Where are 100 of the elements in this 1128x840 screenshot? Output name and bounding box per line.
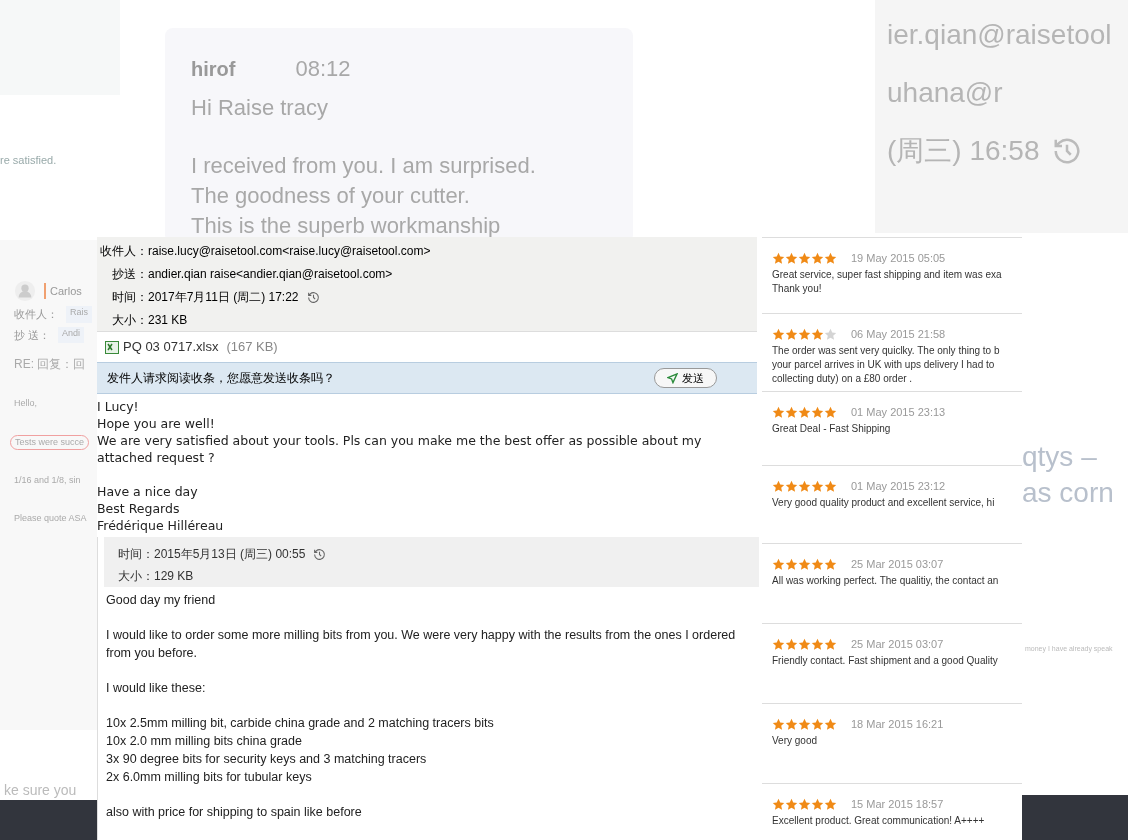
star-icon bbox=[785, 717, 798, 731]
history-icon bbox=[313, 547, 327, 561]
header-field: 抄送：andier.qian raise<andier.qian@raisetool.com> bbox=[97, 263, 757, 286]
message-text: Hi Raise tracy bbox=[191, 94, 329, 122]
attachment-size: (167 KB) bbox=[226, 338, 278, 357]
header-text: ier.qian@raisetool bbox=[887, 18, 1112, 52]
body-text: I would like these: bbox=[106, 680, 207, 697]
sender-name: Carlos bbox=[44, 282, 82, 300]
faint-text: ke sure you bbox=[4, 781, 77, 800]
star-icon bbox=[798, 797, 811, 811]
header-field: 大小：129 KB bbox=[118, 565, 759, 587]
review-text: collecting duty) on a £80 order . bbox=[772, 372, 914, 385]
body-text: 1/16 and 1/8, sin bbox=[14, 474, 81, 487]
star-icon bbox=[772, 557, 785, 571]
review-text: Great service, super fast shipping and item was exa bbox=[772, 268, 1003, 281]
field-value: Rais bbox=[66, 306, 92, 323]
header-field: 时间：2015年5月13日 (周三) 00:55 bbox=[118, 543, 759, 565]
field-value: Andi bbox=[58, 326, 85, 343]
faint-text: qtys – bbox=[1022, 440, 1098, 474]
star-icon bbox=[824, 637, 837, 651]
message-time: 08:12 bbox=[295, 55, 351, 83]
star-icon bbox=[798, 405, 811, 419]
star-icon bbox=[772, 327, 785, 341]
faint-text: as corn bbox=[1022, 476, 1114, 510]
faint-text: re satisfied. bbox=[0, 153, 57, 168]
review-date: 01 May 2015 23:12 bbox=[851, 479, 946, 494]
star-icon bbox=[785, 251, 798, 265]
avatar-icon bbox=[14, 280, 36, 302]
subject-text: RE: 回复：回 bbox=[14, 356, 87, 373]
review-text: Thank you! bbox=[772, 282, 823, 295]
body-text: also with price for shipping to spain like before bbox=[106, 804, 363, 821]
body-text: 2x 6.0mm milling bits for tubular keys bbox=[106, 769, 313, 786]
attachment-name[interactable]: PQ 03 0717.xlsx bbox=[123, 337, 219, 357]
star-icon bbox=[811, 717, 824, 731]
review-date: 19 May 2015 05:05 bbox=[851, 251, 946, 266]
sender-name: hirof bbox=[191, 57, 236, 82]
review-text: Very good bbox=[772, 734, 819, 747]
send-icon bbox=[667, 372, 678, 384]
review-text: All was working perfect. The qualitiy, the contact an bbox=[772, 574, 1000, 587]
star-icon bbox=[772, 797, 785, 811]
body-text: Hope you are well! bbox=[97, 415, 216, 432]
star-icon bbox=[811, 251, 824, 265]
header-field: 时间：2017年7月11日 (周二) 17:22 bbox=[97, 286, 757, 309]
review-text: your parcel arrives in UK with ups delivery I had to bbox=[772, 358, 996, 371]
star-icon bbox=[811, 479, 824, 493]
message-text: I received from you. I am surprised. bbox=[191, 152, 537, 180]
spreadsheet-icon bbox=[105, 340, 119, 354]
star-icon bbox=[798, 637, 811, 651]
message-text: This is the superb workmanship bbox=[191, 212, 502, 240]
header-field: 大小：231 KB bbox=[97, 309, 757, 332]
star-icon bbox=[811, 557, 824, 571]
body-text: Good day my friend bbox=[106, 592, 217, 609]
field-label: 抄 送： bbox=[14, 327, 51, 343]
star-icon bbox=[811, 327, 824, 341]
star-icon bbox=[798, 479, 811, 493]
body-text: We are very satisfied about your tools. Pls can you make me the best offer as possible about my attached request ? bbox=[97, 432, 703, 466]
body-text: Have a nice day bbox=[97, 483, 199, 500]
review-date: 25 Mar 2015 03:07 bbox=[851, 637, 944, 652]
star-icon bbox=[798, 327, 811, 341]
field-label: 收件人： bbox=[14, 307, 58, 322]
body-text: I would like to order some more milling bits from you. We were very happy with the results from the ones I ordered from you before. bbox=[106, 627, 737, 662]
review-date: 06 May 2015 21:58 bbox=[851, 327, 946, 342]
star-icon bbox=[772, 479, 785, 493]
review-date: 18 Mar 2015 16:21 bbox=[851, 717, 944, 732]
body-text: 3x 90 degree bits for security keys and 3 matching tracers bbox=[106, 751, 428, 768]
star-icon bbox=[798, 251, 811, 265]
star-icon bbox=[798, 717, 811, 731]
receipt-prompt: 发件人请求阅读收条，您愿意发送收条吗？ bbox=[107, 370, 335, 387]
star-icon bbox=[811, 637, 824, 651]
header-field: 收件人：raise.lucy@raisetool.com<raise.lucy@raisetool.com> bbox=[97, 240, 757, 263]
header-text: (周三) 16:58 bbox=[887, 134, 1040, 168]
star-icon bbox=[824, 251, 837, 265]
header-text: uhana@r bbox=[887, 76, 1003, 110]
review-date: 01 May 2015 23:13 bbox=[851, 405, 946, 420]
star-icon bbox=[824, 797, 837, 811]
body-text: Please quote ASA bbox=[14, 511, 87, 525]
review-date: 15 Mar 2015 18:57 bbox=[851, 797, 944, 812]
star-icon bbox=[785, 479, 798, 493]
star-icon bbox=[811, 797, 824, 811]
star-icon bbox=[785, 405, 798, 419]
star-icon bbox=[772, 637, 785, 651]
body-text: 10x 2.5mm milling bit, carbide china grade and 2 matching tracers bits bbox=[106, 715, 495, 732]
review-text: Very good quality product and excellent service, hi bbox=[772, 496, 996, 509]
body-text: 10x 2.0 mm milling bits china grade bbox=[106, 733, 303, 750]
star-icon bbox=[772, 405, 785, 419]
star-icon bbox=[824, 479, 837, 493]
review-text: Great Deal - Fast Shipping bbox=[772, 422, 892, 435]
body-text: I Lucy! bbox=[97, 398, 140, 415]
review-text: Friendly contact. Fast shipment and a good Quality bbox=[772, 654, 999, 667]
star-icon bbox=[785, 797, 798, 811]
send-button[interactable]: 发送 bbox=[654, 368, 717, 388]
review-text: The order was sent very quiclky. The only thing to b bbox=[772, 344, 1001, 357]
body-text: Best Regards bbox=[97, 500, 181, 517]
star-icon bbox=[824, 405, 837, 419]
star-icon bbox=[824, 557, 837, 571]
star-icon bbox=[772, 717, 785, 731]
body-text: Hello, bbox=[14, 397, 37, 410]
review-date: 25 Mar 2015 03:07 bbox=[851, 557, 944, 572]
body-text: Frédérique Hilléreau bbox=[97, 517, 225, 534]
star-icon bbox=[811, 405, 824, 419]
